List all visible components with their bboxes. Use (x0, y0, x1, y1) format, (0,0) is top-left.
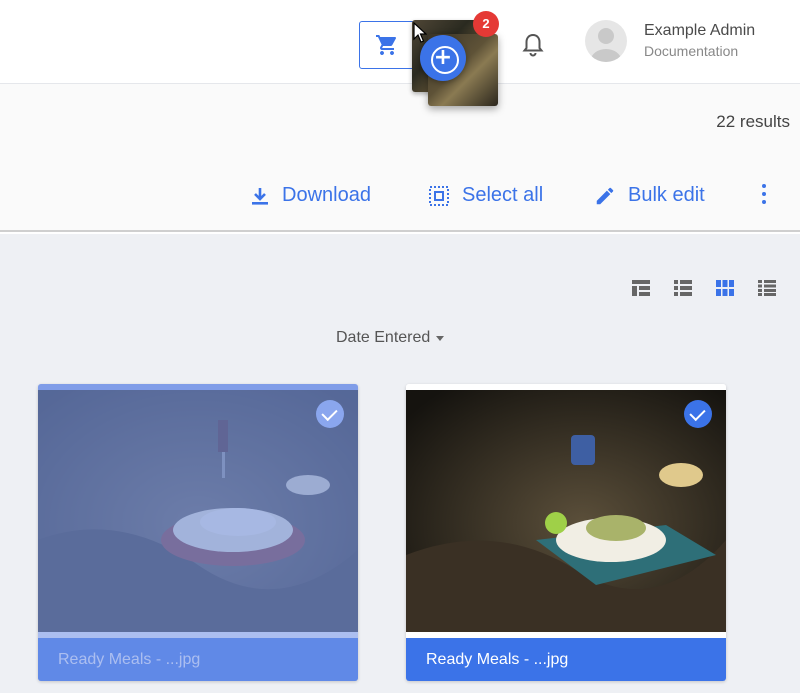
results-toolbar: 22 results Download Select all Bulk edit (0, 84, 800, 232)
user-name[interactable]: Example Admin (644, 22, 755, 40)
asset-caption[interactable]: Ready Meals - ...jpg (406, 638, 726, 681)
detail-list-view-icon[interactable] (758, 280, 776, 296)
download-label: Download (282, 184, 371, 206)
view-switcher (632, 280, 800, 296)
asset-caption[interactable]: Ready Meals - ...jpg (38, 638, 358, 681)
sort-label: Date Entered (336, 329, 431, 346)
cart-icon (376, 35, 397, 55)
asset-card[interactable]: Ready Meals - ...jpg (38, 384, 358, 681)
select-all-icon (429, 185, 449, 206)
bulk-edit-label: Bulk edit (628, 184, 705, 206)
check-icon[interactable] (684, 400, 712, 428)
select-all-button[interactable]: Select all (428, 184, 543, 207)
caret-down-icon (436, 335, 445, 341)
grid-view-icon[interactable] (716, 280, 734, 296)
check-icon[interactable] (316, 400, 344, 428)
more-vert-icon[interactable] (760, 184, 768, 206)
cart-button[interactable] (359, 21, 415, 69)
asset-card[interactable]: Ready Meals - ...jpg (406, 384, 726, 681)
cursor-icon (413, 22, 427, 43)
download-icon (252, 187, 268, 205)
drag-count-badge: 2 (473, 11, 499, 37)
bell-icon[interactable] (522, 32, 544, 58)
asset-gallery: Date Entered Ready Meals - ...jpg Ready … (0, 234, 800, 693)
sort-dropdown[interactable]: Date Entered (336, 329, 445, 347)
select-all-label: Select all (462, 184, 544, 206)
list-view-icon[interactable] (674, 280, 692, 296)
user-role: Documentation (644, 43, 739, 59)
results-count: 22 results (716, 112, 790, 131)
asset-thumbnail[interactable] (38, 390, 358, 632)
download-button[interactable]: Download (250, 184, 371, 207)
masonry-view-icon[interactable] (632, 280, 650, 296)
pencil-icon (596, 187, 614, 204)
asset-thumbnail[interactable] (406, 390, 726, 632)
bulk-edit-button[interactable]: Bulk edit (594, 184, 705, 207)
top-header: Example Admin Documentation (0, 0, 800, 84)
avatar[interactable] (585, 20, 627, 62)
